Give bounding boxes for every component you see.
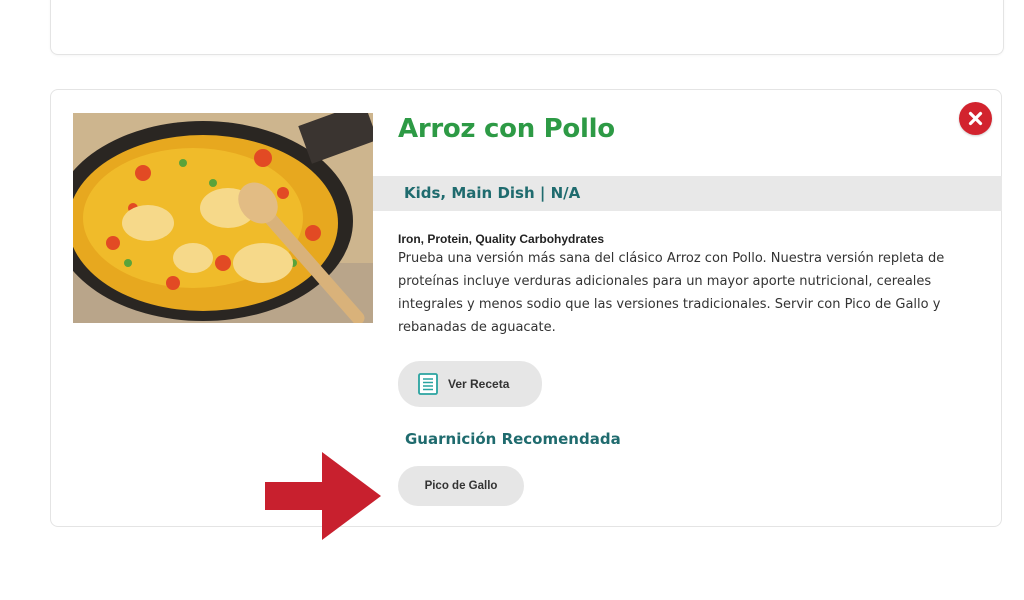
recipe-title: Arroz con Pollo — [398, 114, 615, 144]
recipe-categories: Kids, Main Dish | N/A — [404, 184, 581, 202]
side-dish-button[interactable]: Pico de Gallo — [398, 466, 524, 506]
recipe-card: Arroz con Pollo Kids, Main Dish | N/A Ir… — [50, 89, 1002, 527]
category-bar: Kids, Main Dish | N/A — [373, 176, 1002, 211]
nutrient-tags: Iron, Protein, Quality Carbohydrates — [398, 232, 605, 246]
view-recipe-label: Ver Receta — [448, 377, 510, 391]
recipe-photo — [73, 113, 373, 323]
close-icon — [968, 111, 983, 126]
view-recipe-button[interactable]: Ver Receta — [398, 361, 542, 407]
previous-recipe-card — [50, 0, 1004, 55]
document-icon — [418, 373, 438, 395]
side-dish-label: Pico de Gallo — [424, 480, 498, 492]
annotation-arrow-icon — [265, 452, 383, 544]
side-dish-heading: Guarnición Recomendada — [405, 430, 621, 448]
close-button[interactable] — [959, 102, 992, 135]
recipe-description: Prueba una versión más sana del clásico … — [398, 251, 945, 335]
